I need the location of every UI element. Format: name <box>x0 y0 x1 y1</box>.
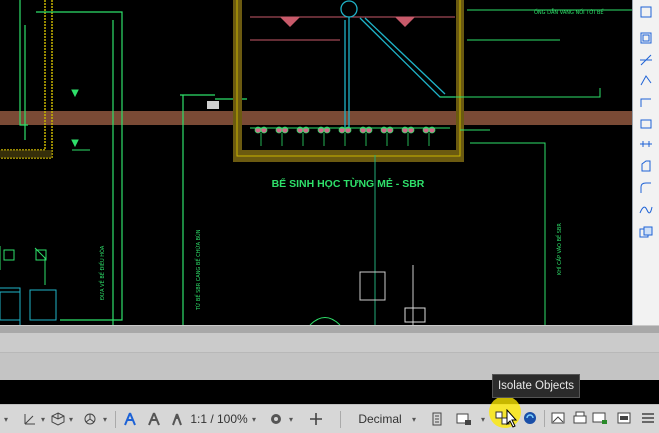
diffuser-row <box>254 126 436 146</box>
clean-screen-icon[interactable] <box>548 404 568 432</box>
gear-caret[interactable]: ▾ <box>286 405 296 433</box>
pipe-note-label: ỐNG DẪN VANG NỐI TỚI BỂ <box>534 8 604 16</box>
annotation-visibility-icon[interactable] <box>120 405 140 433</box>
scale-caret[interactable]: ▾ <box>248 405 260 433</box>
vertical-label-3: KHÍ CẤP VÀO BỂ SBR <box>555 223 563 275</box>
dynamic-ucs-icon[interactable] <box>20 405 40 433</box>
drawing-canvas[interactable]: BỂ SINH HỌC TỪNG MẺ - SBR ỐNG DẪN VANG N… <box>0 0 632 325</box>
polyline-icon[interactable] <box>637 72 655 88</box>
horizontal-scrollbar[interactable] <box>0 325 659 333</box>
draw-toolbar <box>632 0 659 325</box>
rectangle-icon[interactable] <box>637 116 655 132</box>
vertical-label-1: ĐƯA VỀ BỂ ĐIỀU HÒA <box>98 245 106 300</box>
customization-menu-icon[interactable] <box>638 404 658 432</box>
copy-icon[interactable] <box>637 224 655 240</box>
annotation-scale-value[interactable]: 1:1 / 100% <box>190 405 248 433</box>
command-input[interactable] <box>0 333 659 353</box>
command-line-area[interactable] <box>0 333 659 380</box>
annotation-scale-icon[interactable] <box>168 405 186 433</box>
arc-icon[interactable] <box>637 94 655 110</box>
fullscreen-icon[interactable] <box>614 404 634 432</box>
lock-caret[interactable]: ▾ <box>478 405 488 433</box>
line-icon[interactable] <box>637 52 655 68</box>
layout-icon[interactable] <box>590 404 610 432</box>
gear-icon[interactable] <box>266 405 286 433</box>
view-cube-icon[interactable] <box>637 4 655 20</box>
workspace-caret[interactable]: ▾ <box>100 405 110 433</box>
lock-ui-icon[interactable] <box>453 405 475 433</box>
spline-icon[interactable] <box>637 202 655 218</box>
ucs-caret[interactable]: ▾ <box>38 405 48 433</box>
units-caret[interactable]: ▾ <box>408 405 420 433</box>
quick-properties-icon[interactable] <box>428 405 446 433</box>
workspace-icon[interactable] <box>80 405 100 433</box>
3d-object-snap-icon[interactable] <box>48 405 68 433</box>
status-caret-left[interactable]: ▾ <box>0 405 12 433</box>
plot-icon[interactable] <box>570 404 590 432</box>
units-value[interactable]: Decimal <box>352 405 408 433</box>
left-tank <box>0 0 53 159</box>
3dsnap-caret[interactable]: ▾ <box>66 405 76 433</box>
vertical-label-2: TỪ BỂ SBR CANG BỂ CHỨA BÙN <box>194 229 202 311</box>
soil-band <box>0 111 632 125</box>
polygon-icon[interactable] <box>637 180 655 196</box>
mouse-cursor-icon <box>506 408 518 430</box>
hardware-acceleration-icon[interactable] <box>520 404 540 432</box>
isolate-objects-tooltip: Isolate Objects <box>492 374 580 398</box>
plus-icon[interactable] <box>306 405 326 433</box>
trim-icon[interactable] <box>637 158 655 174</box>
move-icon[interactable] <box>637 136 655 152</box>
tank-title-label: BỂ SINH HỌC TỪNG MẺ - SBR <box>272 177 425 190</box>
auto-scale-icon[interactable] <box>144 405 164 433</box>
cad-drawing: BỂ SINH HỌC TỪNG MẺ - SBR ỐNG DẪN VANG N… <box>0 0 632 325</box>
selection-icon[interactable] <box>637 30 655 46</box>
